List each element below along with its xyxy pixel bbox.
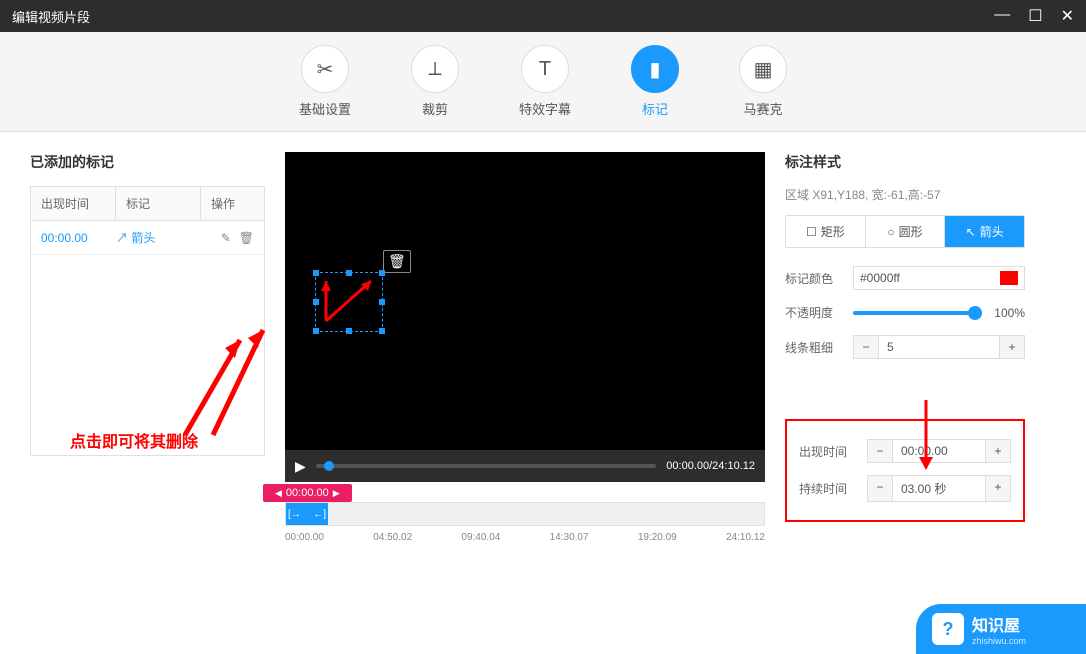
tab-label: 标记: [642, 99, 668, 118]
opacity-value: 100%: [994, 306, 1025, 320]
region-info: 区域 X91,Y188, 宽:-61,高:-57: [785, 186, 1025, 203]
shape-arrow[interactable]: ↖ 箭头: [945, 216, 1024, 247]
tab-label: 马赛克: [744, 99, 783, 118]
appear-label: 出现时间: [799, 443, 855, 460]
decrease-button[interactable]: −: [854, 336, 878, 358]
col-mark: 标记: [116, 187, 201, 220]
mosaic-icon: ▦: [739, 45, 787, 93]
tab-label: 基础设置: [299, 99, 351, 118]
player-controls: ▶ 00:00.00/24:10.12: [285, 450, 765, 482]
tick: 24:10.12: [726, 532, 765, 543]
delete-overlay-icon[interactable]: 🗑: [383, 250, 411, 273]
timeline-ticks: 00:00.00 04:50.02 09:40.04 14:30.07 19:2…: [285, 532, 765, 543]
window-title: 编辑视频片段: [12, 7, 90, 26]
tab-label: 特效字幕: [519, 99, 571, 118]
cell-time: 00:00.00: [41, 231, 116, 245]
col-time: 出现时间: [31, 187, 116, 220]
bookmark-icon: ▮: [631, 45, 679, 93]
shape-rect[interactable]: ☐ 矩形: [786, 216, 866, 247]
watermark-name: 知识屋: [972, 612, 1026, 636]
duration-value[interactable]: 03.00 秒: [892, 476, 986, 501]
tick: 04:50.02: [373, 532, 412, 543]
markers-title: 已添加的标记: [30, 152, 265, 172]
tab-label: 裁剪: [422, 99, 448, 118]
tab-crop[interactable]: ⟂ 裁剪: [411, 45, 459, 118]
arrow-shape: [321, 276, 381, 326]
timeline-track[interactable]: [→←]: [285, 502, 765, 526]
delete-icon[interactable]: 🗑: [239, 231, 254, 245]
color-swatch[interactable]: [1000, 271, 1018, 285]
shape-selector: ☐ 矩形 ○ 圆形 ↖ 箭头: [785, 215, 1025, 248]
tick: 19:20.09: [638, 532, 677, 543]
timing-box: 出现时间 − 00:00.00 + 持续时间 − 03.00 秒 +: [785, 419, 1025, 522]
time-display: 00:00.00/24:10.12: [666, 460, 755, 472]
color-value: #0000ff: [860, 271, 900, 285]
table-header: 出现时间 标记 操作: [31, 187, 264, 221]
tick: 00:00.00: [285, 532, 324, 543]
increase-button[interactable]: +: [1000, 336, 1024, 358]
style-title: 标注样式: [785, 152, 1025, 172]
style-panel: 标注样式 区域 X91,Y188, 宽:-61,高:-57 ☐ 矩形 ○ 圆形 …: [785, 152, 1025, 652]
col-action: 操作: [201, 187, 264, 220]
table-row[interactable]: 00:00.00 ↗ 箭头 ✎ 🗑: [31, 221, 264, 255]
video-panel: 🗑 ▶ 00:00.00/24:10.12 ◀00:00.00▶ [→←: [285, 152, 765, 652]
increase-button[interactable]: +: [986, 440, 1010, 462]
cell-mark: ↗ 箭头: [116, 229, 201, 246]
selection-box[interactable]: [315, 272, 383, 332]
close-button[interactable]: ✕: [1061, 6, 1074, 26]
thickness-stepper: − 5 +: [853, 335, 1025, 359]
crop-icon: ⟂: [411, 45, 459, 93]
timeline-segment[interactable]: [→←]: [286, 503, 328, 525]
edit-icon[interactable]: ✎: [221, 231, 231, 245]
titlebar: 编辑视频片段 — ☐ ✕: [0, 0, 1086, 32]
main-toolbar: ✂ 基础设置 ⟂ 裁剪 T 特效字幕 ▮ 标记 ▦ 马赛克: [0, 32, 1086, 132]
time-flag[interactable]: ◀00:00.00▶: [263, 484, 352, 502]
play-button[interactable]: ▶: [295, 458, 306, 475]
watermark: ? 知识屋 zhishiwu.com: [916, 604, 1086, 654]
text-icon: T: [521, 45, 569, 93]
scissors-icon: ✂: [301, 45, 349, 93]
minimize-button[interactable]: —: [994, 6, 1010, 26]
tab-mosaic[interactable]: ▦ 马赛克: [739, 45, 787, 118]
tab-mark[interactable]: ▮ 标记: [631, 45, 679, 118]
opacity-slider[interactable]: [853, 311, 982, 315]
video-preview[interactable]: 🗑: [285, 152, 765, 450]
tick: 14:30.07: [550, 532, 589, 543]
decrease-button[interactable]: −: [868, 440, 892, 462]
timeline: ◀00:00.00▶ [→←] 00:00.00 04:50.02 09:40.…: [285, 502, 765, 543]
shape-circle[interactable]: ○ 圆形: [866, 216, 946, 247]
progress-bar[interactable]: [316, 464, 657, 468]
duration-stepper: − 03.00 秒 +: [867, 475, 1011, 502]
color-label: 标记颜色: [785, 270, 841, 287]
annotation-arrow-icon: [208, 320, 278, 440]
tab-subtitle[interactable]: T 特效字幕: [519, 45, 571, 118]
color-input[interactable]: #0000ff: [853, 266, 1025, 290]
increase-button[interactable]: +: [986, 476, 1010, 501]
thickness-value[interactable]: 5: [878, 336, 1000, 358]
watermark-icon: ?: [932, 613, 964, 645]
annotation-text: 点击即可将其删除: [70, 428, 198, 452]
opacity-label: 不透明度: [785, 304, 841, 321]
annotation-arrow-icon: [911, 395, 941, 475]
tab-basic[interactable]: ✂ 基础设置: [299, 45, 351, 118]
decrease-button[interactable]: −: [868, 476, 892, 501]
tick: 09:40.04: [461, 532, 500, 543]
window-controls: — ☐ ✕: [994, 6, 1074, 26]
watermark-sub: zhishiwu.com: [972, 636, 1026, 646]
thickness-label: 线条粗细: [785, 339, 841, 356]
maximize-button[interactable]: ☐: [1028, 6, 1042, 26]
duration-label: 持续时间: [799, 480, 855, 497]
